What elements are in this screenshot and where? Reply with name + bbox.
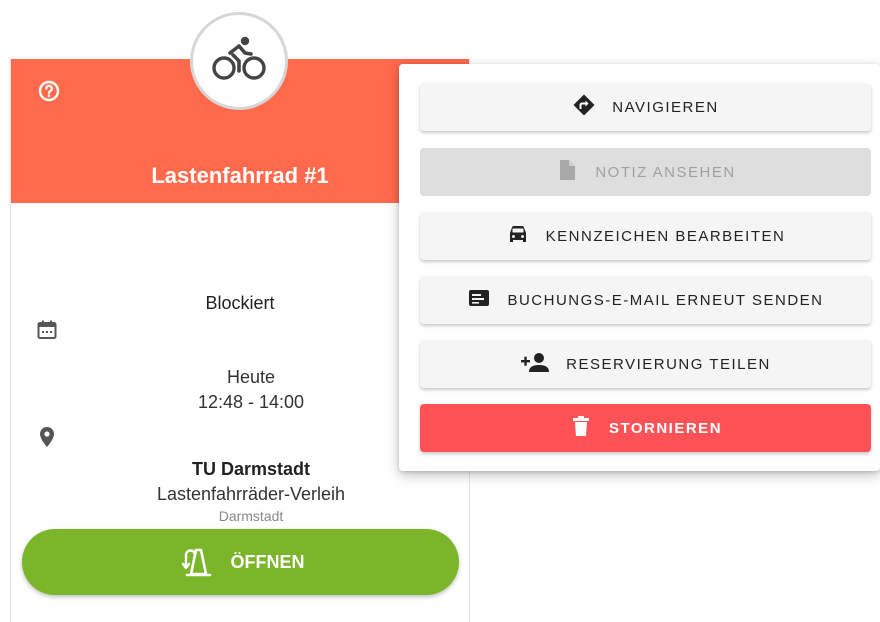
booking-date: Heute: [226, 367, 276, 387]
calendar-icon: [35, 318, 59, 342]
open-label: ÖFFNEN: [230, 551, 305, 572]
location-name: TU Darmstadt: [191, 459, 311, 479]
trash-icon: [569, 414, 593, 442]
car-icon: [506, 222, 530, 250]
location-subtitle: Lastenfahrräder-Verleih: [156, 484, 346, 504]
navigate-label: NAVIGIEREN: [612, 98, 719, 116]
cancel-reservation-button[interactable]: STORNIEREN: [420, 404, 871, 452]
vehicle-avatar: [190, 12, 288, 110]
lock-open-icon: [177, 540, 217, 585]
share-reservation-label: RESERVIERUNG TEILEN: [566, 355, 771, 373]
booking-time: Heute 12:48 - 14:00: [131, 365, 371, 415]
help-icon[interactable]: [37, 79, 61, 103]
resend-email-button[interactable]: BUCHUNGS-E-MAIL ERNEUT SENDEN: [420, 276, 871, 324]
open-button[interactable]: ÖFFNEN: [22, 529, 459, 595]
view-note-label: NOTIZ ANSEHEN: [595, 163, 736, 181]
edit-plate-button[interactable]: KENNZEICHEN BEARBEITEN: [420, 212, 871, 260]
navigate-button[interactable]: NAVIGIEREN: [420, 83, 871, 131]
directions-icon: [572, 93, 596, 121]
map-pin-icon: [35, 425, 59, 449]
note-icon: [555, 158, 579, 186]
share-reservation-button[interactable]: RESERVIERUNG TEILEN: [420, 340, 871, 388]
location-city: Darmstadt: [218, 508, 284, 524]
edit-plate-label: KENNZEICHEN BEARBEITEN: [545, 227, 786, 245]
view-note-button[interactable]: NOTIZ ANSEHEN: [420, 148, 871, 196]
resend-email-label: BUCHUNGS-E-MAIL ERNEUT SENDEN: [507, 291, 824, 309]
cancel-reservation-label: STORNIEREN: [608, 419, 723, 437]
person-add-icon: [520, 350, 550, 378]
booking-location: TU Darmstadt Lastenfahrräder-Verleih Dar…: [111, 457, 391, 525]
card-icon: [467, 286, 491, 314]
booking-time-range: 12:48 - 14:00: [197, 392, 305, 412]
bicycle-icon: [211, 35, 267, 88]
booking-action-menu: NAVIGIEREN NOTIZ ANSEHEN KENNZEICHEN BEA…: [399, 64, 880, 471]
